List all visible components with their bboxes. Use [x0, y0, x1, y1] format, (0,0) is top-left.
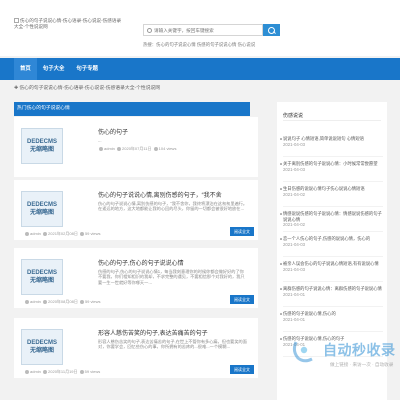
list-item: DEDECMS 无缩略图 伤心的句子,伤心的句子说说心情 伤感的句子,伤心的句子… — [14, 248, 258, 308]
calendar-icon — [43, 299, 48, 304]
user-icon — [25, 299, 29, 304]
read-more-button[interactable]: 阅读全文 — [230, 365, 254, 374]
calendar-icon — [43, 231, 48, 236]
search-box — [143, 24, 263, 36]
eye-icon — [153, 146, 158, 151]
sidebar-item[interactable]: 伤感的句子说说心情,伤心的句子 2021-04-01 — [280, 332, 383, 357]
post-title[interactable]: 伤心的句子,伤心的句子说说心情 — [98, 258, 258, 267]
breadcrumb: ✚ 伤心的句子说说心情-伤心语录-伤心说说-伤感语录大全-个性说说网 — [14, 84, 386, 94]
read-more-button[interactable]: 阅读全文 — [230, 295, 254, 304]
post-meta: admin 2020年08月08日 59 views — [24, 299, 101, 305]
user-icon — [99, 146, 103, 151]
list-item: DEDECMS 无缩略图 形容人慈伤苦笑的句子,表达苦痛苦的句子 形容人慈伤苦笑… — [14, 318, 258, 378]
post-excerpt: 伤心的句子说说心情,离别伤感的句子，“我不舍你，我终将漂泊在这匆匆里遍行。在遥远… — [98, 201, 248, 212]
list-header: 热门伤心的句子说说心情 — [14, 102, 250, 116]
hot-search-words[interactable]: 热搜：伤心的句子说说心情 伤感的句子说说心情 伤心说说 — [143, 42, 303, 48]
post-title[interactable]: 伤心的句子 — [98, 127, 258, 136]
post-excerpt: 形容人慈伤苦笑的句子,表达苦痛苦的句子,在世上不管你有多心痛，但也要笑的面对，你… — [98, 339, 247, 350]
post-meta: admin 2020年07月11日 104 views — [98, 146, 176, 152]
sidebar-title: 伤感说说 — [283, 113, 382, 121]
sidebar-item[interactable]: 恋一个人伤心的句子,伤感的说说心情，伤心的 2021-04-03 — [280, 232, 383, 257]
sidebar-item[interactable]: 伤感的句子说说心情,伤心的 2021-04-01 — [280, 307, 383, 332]
post-title[interactable]: 伤心的句子说说心情,离别伤感的句子，“我不舍 — [98, 190, 258, 199]
sidebar-item[interactable]: 离群伤感的句子说说心情：离群伤感的句子说说心情 2021-04-01 — [280, 282, 383, 307]
list-item: DEDECMS 无缩略图 伤心的句子说说心情,离别伤感的句子，“我不舍 伤心的句… — [14, 180, 258, 240]
post-title[interactable]: 形容人慈伤苦笑的句子,表达苦痛苦的句子 — [98, 328, 258, 337]
main-nav: 首页 句子大全 句子专题 — [0, 58, 400, 80]
broken-image-icon — [14, 18, 19, 24]
user-icon — [25, 231, 29, 236]
post-meta: admin 2021年02月08日 59 views — [24, 231, 101, 237]
list-item: DEDECMS 无缩略图 伤心的句子 ... admin 2020年07月11日… — [14, 117, 258, 177]
read-more-button[interactable]: 阅读全文 — [230, 227, 254, 236]
post-meta: admin 2020年11月19日 59 views — [24, 369, 100, 375]
post-excerpt: 伤感的句子,伤心的句子说说心情1，每当我刻意理你的时候你都会做好好的了你不要我，… — [98, 269, 245, 285]
post-thumbnail[interactable]: DEDECMS 无缩略图 — [21, 329, 63, 365]
sidebar-item[interactable]: 说说句子 心情短语,简单说说短句 心情短语 2021-04-03 — [280, 132, 383, 157]
eye-icon — [79, 231, 84, 236]
search-button[interactable] — [263, 24, 280, 36]
eye-icon — [79, 299, 84, 304]
search-input[interactable] — [154, 26, 234, 35]
sidebar-item[interactable]: 情感说说伤感的句子说说心情：情感说说伤感的句子说说心情 2021-04-02 — [280, 207, 383, 232]
sidebar: 伤感说说 说说句子 心情短语,简单说说短句 心情短语 2021-04-03 关于离… — [277, 102, 387, 400]
logo-alt-text: 伤心的句子说说心情-伤心语录-伤心说说-伤感语录大全-个性说说网 — [14, 18, 122, 29]
post-thumbnail[interactable]: DEDECMS 无缩略图 — [21, 259, 63, 295]
sidebar-list: 说说句子 心情短语,简单说说短句 心情短语 2021-04-03 关于离别伤感的句… — [280, 132, 383, 357]
post-thumbnail[interactable]: DEDECMS 无缩略图 — [21, 128, 63, 164]
user-icon — [25, 369, 29, 374]
nav-item-home[interactable]: 首页 — [14, 58, 37, 80]
site-logo[interactable]: 伤心的句子说说心情-伤心语录-伤心说说-伤感语录大全-个性说说网 — [14, 18, 124, 40]
post-thumbnail[interactable]: DEDECMS 无缩略图 — [21, 191, 63, 227]
sidebar-item[interactable]: 关于离别伤感的句子说说心情：小时候常常尝愿望 2021-04-03 — [280, 157, 383, 182]
sidebar-item[interactable]: 被亲人误会伤心的句子说说心情短语,有有说说心情 2021-04-03 — [280, 257, 383, 282]
breadcrumb-link[interactable]: 伤心的句子说说心情-伤心语录-伤心说说-伤感语录大全-个性说说网 — [19, 86, 160, 91]
calendar-icon — [43, 369, 48, 374]
site-header: 伤心的句子说说心情-伤心语录-伤心说说-伤感语录大全-个性说说网 热搜：伤心的句… — [0, 0, 400, 56]
sidebar-item[interactable]: 生日伤感的说说心情句子伤心说说心情短语 2021-04-02 — [280, 182, 383, 207]
eye-icon — [79, 369, 84, 374]
search-icon — [147, 28, 152, 33]
nav-item-sentences[interactable]: 句子大全 — [37, 58, 71, 80]
calendar-icon — [117, 146, 122, 151]
home-icon[interactable]: ✚ — [14, 86, 18, 91]
nav-item-topics[interactable]: 句子专题 — [70, 58, 104, 80]
